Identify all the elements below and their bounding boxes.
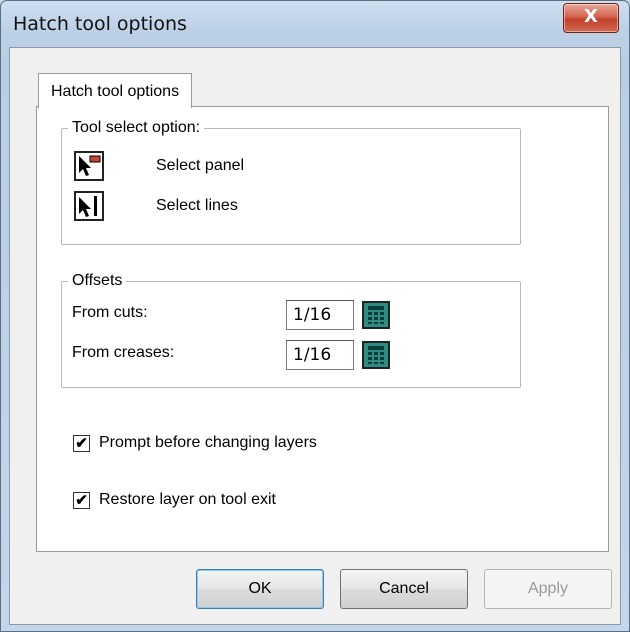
- restore-layer-checkbox[interactable]: ✔: [73, 492, 90, 509]
- offsets-group: Offsets From cuts: From creases:: [61, 272, 521, 388]
- calculator-icon[interactable]: [362, 341, 390, 369]
- from-cuts-input[interactable]: [286, 300, 354, 330]
- close-icon: X: [584, 6, 598, 27]
- prompt-before-changing-layers-checkbox[interactable]: ✔: [73, 435, 90, 452]
- dialog-window: Hatch tool options X Hatch tool options …: [0, 0, 630, 632]
- window-title: Hatch tool options: [13, 13, 187, 35]
- tool-select-legend: Tool select option:: [72, 119, 201, 136]
- prompt-before-changing-layers-label: Prompt before changing layers: [99, 434, 317, 451]
- calculator-icon[interactable]: [362, 301, 390, 329]
- title-bar[interactable]: Hatch tool options X: [1, 1, 629, 47]
- tool-option-select-panel[interactable]: Select panel: [74, 151, 494, 185]
- tab-panel: Tool select option: Select panel Select …: [36, 106, 609, 552]
- dialog-client-area: Hatch tool options Tool select option: S…: [9, 47, 621, 625]
- select-lines-icon[interactable]: [74, 191, 104, 221]
- from-creases-label: From creases:: [72, 344, 175, 361]
- from-cuts-label: From cuts:: [72, 304, 148, 321]
- cancel-button[interactable]: Cancel: [340, 569, 468, 609]
- apply-button[interactable]: Apply: [484, 569, 612, 609]
- from-creases-input[interactable]: [286, 340, 354, 370]
- tool-select-group: Tool select option: Select panel Select …: [61, 119, 521, 245]
- tool-option-select-lines[interactable]: Select lines: [74, 191, 494, 225]
- restore-layer-label: Restore layer on tool exit: [99, 491, 276, 508]
- select-lines-label: Select lines: [156, 197, 238, 214]
- select-panel-icon[interactable]: [74, 151, 104, 181]
- ok-button[interactable]: OK: [196, 569, 324, 609]
- offsets-legend: Offsets: [72, 272, 123, 289]
- select-panel-label: Select panel: [156, 157, 245, 174]
- close-button[interactable]: X: [563, 3, 619, 33]
- tab-hatch-tool-options[interactable]: Hatch tool options: [38, 73, 193, 108]
